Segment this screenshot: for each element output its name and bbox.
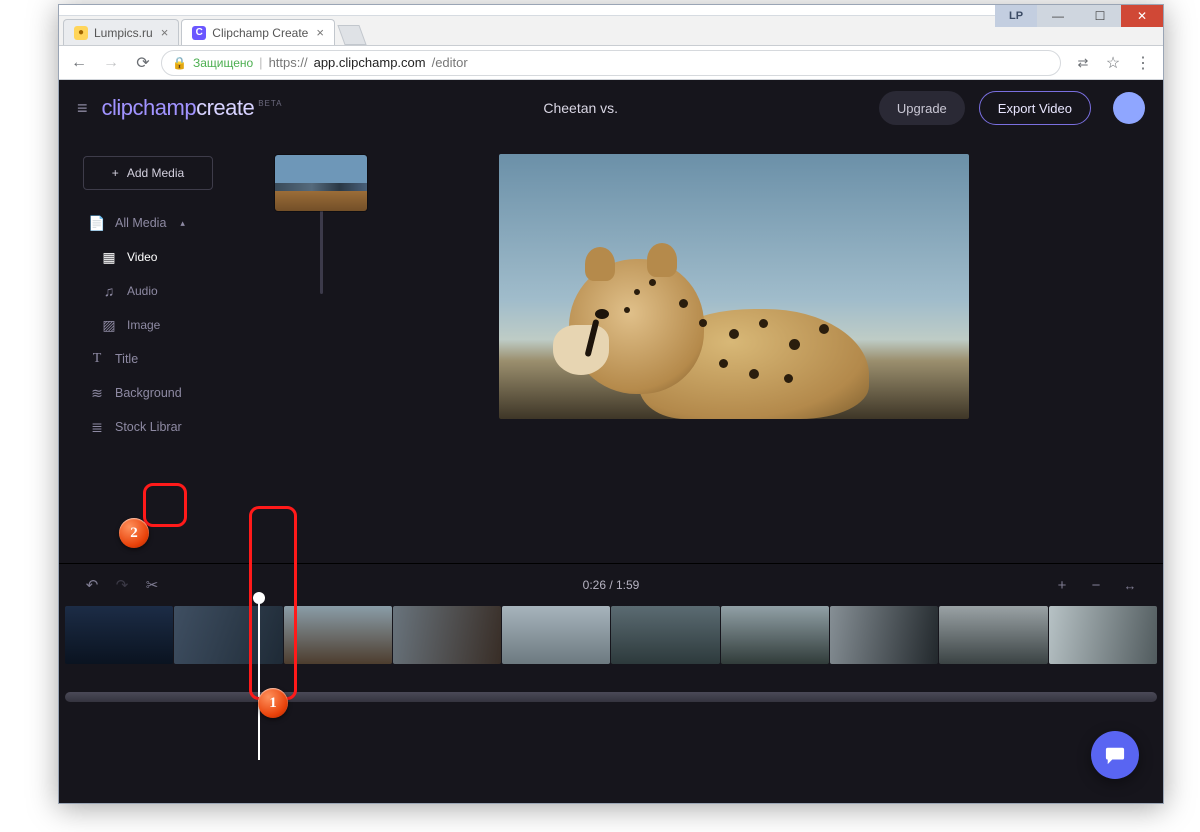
playhead-line [258,600,260,760]
sidebar-item-label: Video [127,250,157,264]
sidebar-item-label: All Media [115,216,166,230]
sidebar-item-video[interactable]: ▦ Video [83,240,319,274]
lock-icon: 🔒 [172,56,187,70]
url-protocol: https:// [269,55,308,70]
timeline-clip[interactable] [393,606,501,664]
new-tab-button[interactable] [337,25,366,45]
sidebar-item-title[interactable]: T Title [83,342,319,376]
undo-button[interactable]: ↶ [77,570,107,600]
logo-part1: clipchamp [102,95,197,121]
export-video-button[interactable]: Export Video [979,91,1091,125]
timeline-clip[interactable] [721,606,829,664]
timeline-clip[interactable] [284,606,392,664]
timeline-clip[interactable] [611,606,719,664]
chat-icon [1104,745,1126,765]
avatar[interactable] [1113,92,1145,124]
browser-tab-clipchamp[interactable]: C Clipchamp Create × [181,19,335,45]
redo-button[interactable]: ↷ [107,570,137,600]
cheetah-illustration [529,229,849,419]
timeline-clip[interactable] [939,606,1047,664]
bookmark-star-icon[interactable]: ☆ [1099,49,1127,77]
library-icon: ≣ [89,419,105,436]
sidebar-item-image[interactable]: ▨ Image [83,308,319,342]
zoom-out-button[interactable]: − [1081,570,1111,600]
tab-label: Lumpics.ru [94,26,153,40]
add-media-button[interactable]: + Add Media [83,156,213,190]
time-display: 0:26 / 1:59 [583,578,640,592]
translate-icon[interactable]: ⇄ [1069,49,1097,77]
window-controls: LP — ☐ ✕ [995,5,1163,29]
music-note-icon: ♫ [101,283,117,299]
layers-icon: ≋ [89,385,105,402]
app-header: ≡ clipchampcreate BETA Cheetan vs. Upgra… [59,80,1163,136]
sidebar-item-label: Image [127,318,160,332]
sidebar-item-label: Background [115,386,182,400]
video-preview[interactable] [499,154,969,419]
timeline-toolbar: ↶ ↷ ✂ 0:26 / 1:59 + − ↔ [59,564,1163,606]
clipchamp-app: ≡ clipchampcreate BETA Cheetan vs. Upgra… [59,80,1163,803]
timeline: ↶ ↷ ✂ 0:26 / 1:59 + − ↔ [59,563,1163,803]
film-icon: ▦ [101,249,117,266]
media-thumbnail[interactable] [275,155,367,211]
upgrade-button[interactable]: Upgrade [879,91,965,125]
window-maximize-button[interactable]: ☐ [1079,5,1121,27]
window-minimize-button[interactable]: — [1037,5,1079,27]
forward-button[interactable]: → [97,49,125,77]
cut-button[interactable]: ✂ [137,570,167,600]
url-input[interactable]: 🔒 Защищено | https://app.clipchamp.com/e… [161,50,1061,76]
sidebar-item-background[interactable]: ≋ Background [83,376,319,410]
sidebar-item-all-media[interactable]: 📄 All Media ▴ [83,206,319,240]
sidebar-item-label: Title [115,352,138,366]
add-media-label: Add Media [127,166,184,180]
zoom-controls: + − ↔ [1047,570,1145,600]
logo-part2: create [196,95,254,121]
timeline-track[interactable] [59,606,1163,686]
sidebar-item-label: Stock Librar [115,420,182,434]
sidebar-item-audio[interactable]: ♫ Audio [83,274,319,308]
tab-close-icon[interactable]: × [161,25,169,40]
menu-hamburger-icon[interactable]: ≡ [77,98,88,119]
text-icon: T [89,351,105,367]
scissors-icon: ✂ [146,576,159,594]
timeline-clip[interactable] [502,606,610,664]
sidebar-item-label: Audio [127,284,158,298]
media-type-list: 📄 All Media ▴ ▦ Video ♫ Audio [83,206,319,444]
zoom-in-button[interactable]: + [1047,570,1077,600]
window-close-button[interactable]: ✕ [1121,5,1163,27]
timeline-clip[interactable] [174,606,282,664]
tab-label: Clipchamp Create [212,26,308,40]
favicon-icon: C [192,26,206,40]
image-icon: ▨ [101,317,117,334]
chrome-window: LP — ☐ ✕ ● Lumpics.ru × C Clipchamp Crea… [58,4,1164,804]
browser-menu-icon[interactable]: ⋮ [1129,49,1157,77]
tab-close-icon[interactable]: × [316,25,324,40]
plus-icon: + [112,166,119,180]
timeline-clip[interactable] [830,606,938,664]
preview-area [319,136,1163,563]
sidebar-scrollbar[interactable] [320,206,323,294]
chat-fab[interactable] [1091,731,1139,779]
reload-button[interactable]: ⟳ [129,49,157,77]
chevron-up-icon: ▴ [180,218,185,229]
app-body: + Add Media 📄 All Media ▴ ▦ Video [59,136,1163,563]
address-bar: ← → ⟳ 🔒 Защищено | https://app.clipchamp… [59,46,1163,80]
zoom-fit-button[interactable]: ↔ [1115,570,1145,600]
timeline-scrollbar[interactable] [65,692,1157,702]
timeline-clip[interactable] [1049,606,1157,664]
user-badge[interactable]: LP [995,5,1037,27]
back-button[interactable]: ← [65,49,93,77]
browser-tab-lumpics[interactable]: ● Lumpics.ru × [63,19,179,45]
document-icon: 📄 [89,215,105,232]
sidebar-item-stock-library[interactable]: ≣ Stock Librar [83,410,319,444]
secure-label: Защищено [193,56,253,70]
url-host: app.clipchamp.com [314,55,426,70]
logo[interactable]: clipchampcreate BETA [102,95,283,121]
timeline-clip[interactable] [65,606,173,664]
project-title[interactable]: Cheetan vs. [297,100,865,116]
logo-beta-badge: BETA [258,99,282,108]
url-path: /editor [432,55,468,70]
favicon-icon: ● [74,26,88,40]
